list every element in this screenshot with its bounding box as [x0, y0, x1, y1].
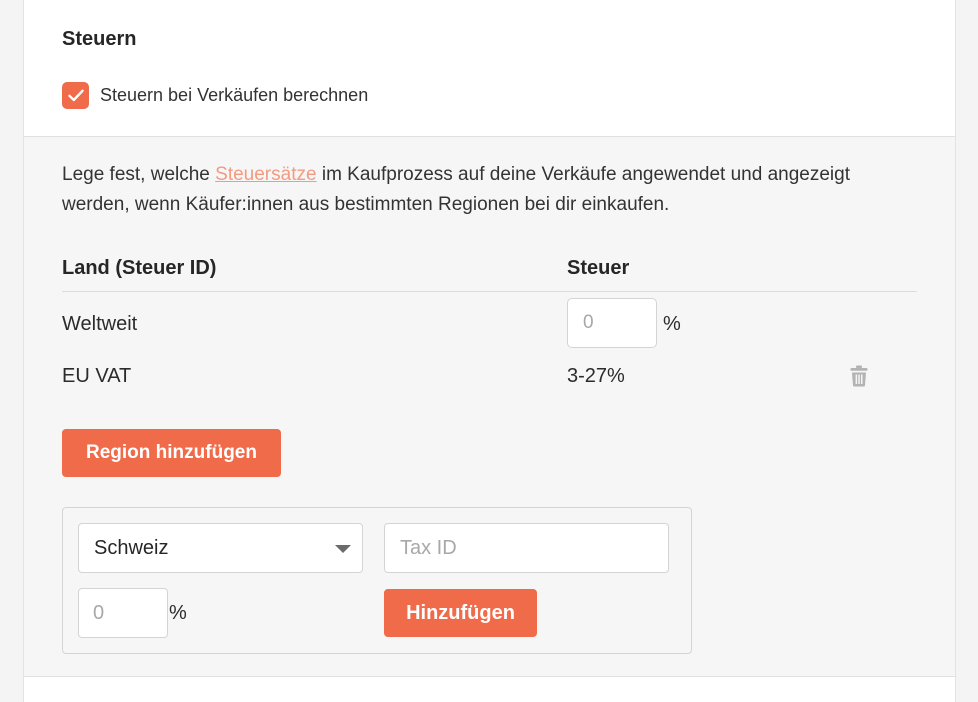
- tax-rates-section: Lege fest, welche Steuersätze im Kaufpro…: [24, 137, 955, 677]
- chevron-down-icon: [335, 545, 351, 553]
- calculate-tax-checkbox[interactable]: [62, 82, 89, 109]
- trash-icon[interactable]: [850, 365, 868, 387]
- add-region-form: Schweiz Tax ID 0 % Hinzufügen: [62, 507, 692, 654]
- tax-id-input[interactable]: Tax ID: [384, 523, 669, 573]
- calculate-tax-label: Steuern bei Verkäufen berechnen: [100, 85, 369, 105]
- add-region-button[interactable]: Region hinzufügen: [62, 429, 281, 477]
- region-rate-input[interactable]: 0: [78, 588, 168, 638]
- column-header-country: Land (Steuer ID): [62, 257, 217, 279]
- country-select-value: Schweiz: [94, 537, 169, 559]
- worldwide-percent-sign: %: [663, 313, 681, 335]
- tax-description: Lege fest, welche Steuersätze im Kaufpro…: [62, 164, 850, 215]
- row-country-eu-vat: EU VAT: [62, 365, 132, 387]
- worldwide-rate-input[interactable]: 0: [567, 298, 657, 348]
- checkmark-icon: [67, 89, 84, 102]
- column-header-tax: Steuer: [567, 257, 630, 279]
- eu-vat-rate: 3-27%: [567, 365, 625, 387]
- card-header: Steuern Steuern bei Verkäufen berechnen: [24, 0, 955, 137]
- row-country-worldwide: Weltweit: [62, 313, 138, 335]
- tax-settings-card: Steuern Steuern bei Verkäufen berechnen …: [23, 0, 956, 702]
- submit-add-button[interactable]: Hinzufügen: [384, 589, 537, 637]
- country-select[interactable]: Schweiz: [78, 523, 363, 573]
- section-title: Steuern: [62, 28, 137, 50]
- table-divider: [62, 291, 917, 292]
- tax-rates-link[interactable]: Steuersätze: [215, 164, 316, 185]
- region-percent-sign: %: [169, 602, 187, 624]
- calculate-tax-toggle[interactable]: Steuern bei Verkäufen berechnen: [62, 82, 368, 109]
